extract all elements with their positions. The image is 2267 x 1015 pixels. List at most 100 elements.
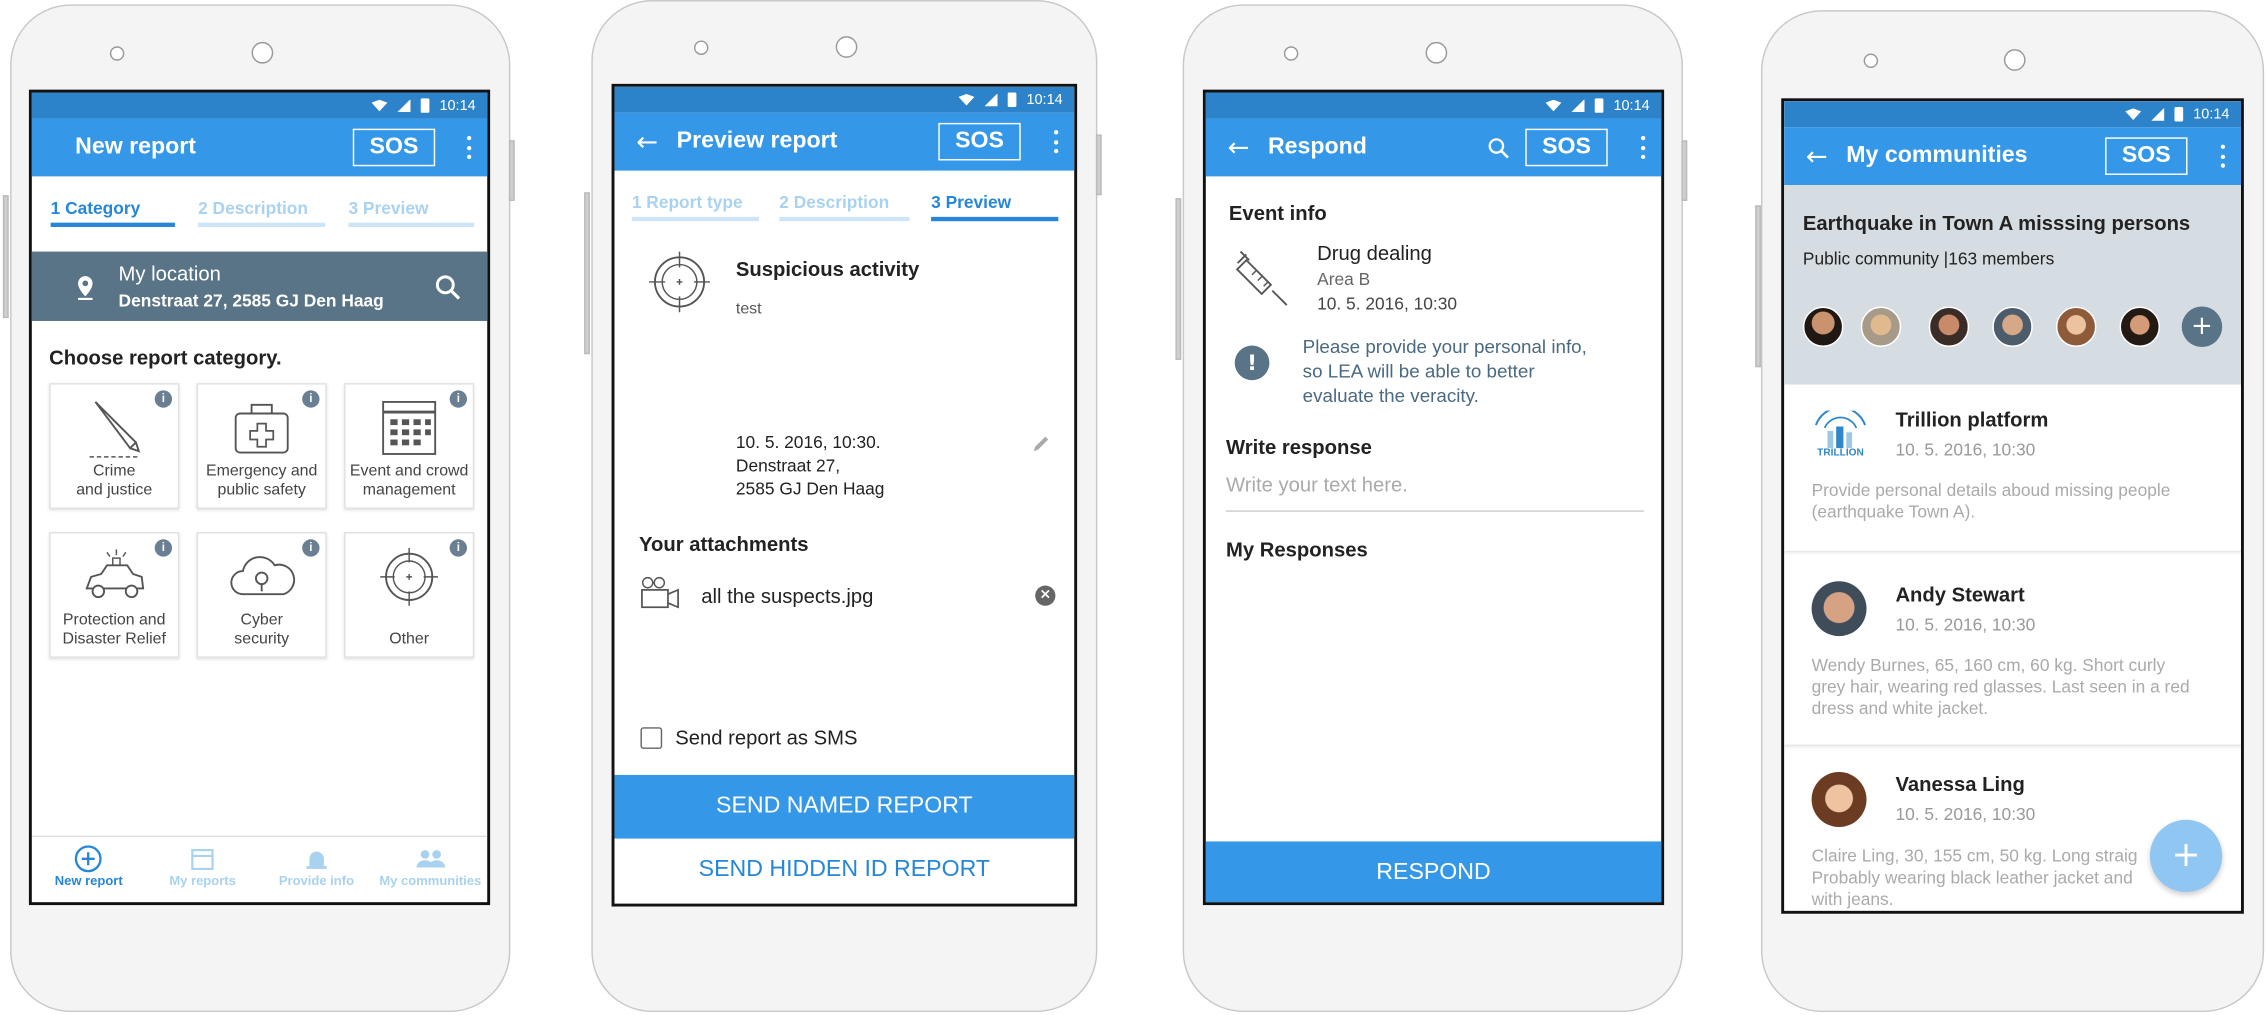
back-arrow-icon[interactable]: ← <box>636 127 658 157</box>
category-label-line2: security <box>234 630 290 648</box>
search-icon[interactable] <box>1488 137 1510 159</box>
tab-category[interactable]: 1 Category <box>50 198 175 227</box>
feed-post[interactable]: TRILLION Trillion platform 10. 5. 2016, … <box>1784 387 2241 553</box>
side-button <box>1681 140 1688 201</box>
sms-checkbox[interactable] <box>640 727 663 749</box>
add-post-fab[interactable]: + <box>2149 819 2223 893</box>
category-protection-disaster-relief[interactable]: i Protection and Disaster Relief <box>49 532 180 658</box>
status-bar: 10:14 <box>1205 92 1662 119</box>
category-label-line2: and justice <box>76 481 153 499</box>
remove-attachment-icon[interactable]: × <box>1035 585 1056 606</box>
nav-my-reports[interactable]: My reports <box>146 837 260 902</box>
category-prompt: Choose report category. <box>49 345 282 369</box>
nav-my-communities[interactable]: My communities <box>373 837 487 902</box>
member-avatar[interactable] <box>1928 306 1970 347</box>
event-area: Area B <box>1317 268 1371 290</box>
side-button <box>584 192 590 355</box>
post-author: Andy Stewart <box>1895 582 2025 606</box>
member-avatar[interactable] <box>1860 306 1902 347</box>
response-input[interactable]: Write your text here. <box>1226 473 1644 512</box>
event-title: Drug dealing <box>1317 241 1432 265</box>
earpiece <box>251 41 274 64</box>
category-label-line1: Event and crowd <box>349 462 469 481</box>
sos-button[interactable]: SOS <box>352 128 436 167</box>
tab-preview[interactable]: 3 Preview <box>931 192 1059 222</box>
info-icon[interactable]: i <box>449 390 467 408</box>
back-arrow-icon[interactable]: ← <box>1227 132 1249 162</box>
nav-provide-info[interactable]: Provide info <box>260 837 374 902</box>
sms-checkbox-label: Send report as SMS <box>675 725 858 749</box>
attachment-filename: all the suspects.jpg <box>701 584 874 608</box>
member-avatar[interactable] <box>1802 306 1844 347</box>
side-button <box>1175 198 1182 361</box>
location-bar[interactable]: My location Denstraat 27, 2585 GJ Den Ha… <box>31 251 488 321</box>
member-avatar[interactable] <box>2119 306 2161 347</box>
nav-new-report[interactable]: New report <box>32 837 146 902</box>
send-named-report-button[interactable]: SEND NAMED REPORT <box>614 774 1075 839</box>
category-event-crowd-management[interactable]: i Event and crowd management <box>344 383 475 509</box>
post-text-line3: with jeans. <box>1811 889 1894 910</box>
location-address: Denstraat 27, 2585 GJ Den Haag <box>118 290 384 311</box>
back-arrow-icon[interactable]: ← <box>1806 141 1828 171</box>
community-meta: Public community |163 members <box>1802 248 2055 269</box>
write-response-label: Write response <box>1226 435 1372 459</box>
front-camera <box>693 40 709 55</box>
syringe-icon <box>1235 250 1288 306</box>
status-bar: 10:14 <box>1784 101 2241 128</box>
member-avatar[interactable] <box>1992 306 2033 347</box>
wifi-icon <box>1545 99 1562 112</box>
tab-description[interactable]: 2 Description <box>779 192 910 222</box>
status-bar: 10:14 <box>614 86 1075 113</box>
notice-line2: so LEA will be able to better <box>1302 360 1535 382</box>
author-avatar[interactable] <box>1811 772 1867 827</box>
app-bar: ← My communities SOS <box>1784 127 2241 186</box>
sos-button[interactable]: SOS <box>938 122 1021 161</box>
wifi-icon <box>958 93 975 106</box>
category-other[interactable]: i Other <box>344 532 475 658</box>
feed-post[interactable]: Andy Stewart 10. 5. 2016, 10:30 Wendy Bu… <box>1784 564 2241 747</box>
more-menu-icon[interactable] <box>2219 144 2225 168</box>
cloud-lock-icon <box>230 556 296 596</box>
send-hidden-id-report-button[interactable]: SEND HIDDEN ID REPORT <box>614 857 1074 883</box>
crosshair-icon <box>380 547 439 606</box>
sos-button[interactable]: SOS <box>1525 128 1608 167</box>
community-header: Earthquake in Town A misssing persons Pu… <box>1784 185 2241 385</box>
sos-button[interactable]: SOS <box>2105 137 2188 175</box>
front-camera <box>109 46 125 61</box>
status-time: 10:14 <box>1613 97 1650 114</box>
info-icon[interactable]: i <box>449 539 467 557</box>
side-button <box>1095 134 1102 196</box>
add-member-button[interactable]: + <box>2181 306 2223 347</box>
report-description: test <box>735 300 762 319</box>
author-avatar[interactable] <box>1811 581 1867 637</box>
edit-pencil-icon[interactable] <box>1031 434 1051 454</box>
event-info-heading: Event info <box>1228 200 1327 225</box>
respond-button[interactable]: RESPOND <box>1205 841 1662 903</box>
calendar-icon <box>191 849 214 871</box>
tab-description[interactable]: 2 Description <box>198 198 326 227</box>
more-menu-icon[interactable] <box>1053 130 1059 154</box>
app-bar: New report SOS <box>31 118 488 177</box>
info-icon[interactable]: i <box>302 539 320 557</box>
notice-line1: Please provide your personal info, <box>1302 335 1587 358</box>
video-camera-icon <box>641 576 679 609</box>
category-cyber-security[interactable]: i Cyber security <box>196 532 327 658</box>
my-responses-heading: My Responses <box>1226 537 1368 561</box>
earpiece <box>1425 41 1448 64</box>
info-icon[interactable]: i <box>154 390 173 408</box>
category-label-line1: Cyber <box>240 611 283 629</box>
search-icon[interactable] <box>435 275 461 301</box>
more-menu-icon[interactable] <box>1640 135 1646 160</box>
category-crime-and-justice[interactable]: i Crime and justice <box>49 383 180 509</box>
tab-preview[interactable]: 3 Preview <box>348 198 475 227</box>
police-car-icon <box>85 549 145 599</box>
info-icon[interactable]: i <box>302 390 320 408</box>
more-menu-icon[interactable] <box>466 135 472 160</box>
earpiece <box>2003 49 2026 71</box>
info-icon[interactable]: i <box>154 539 173 557</box>
report-address-line1: Denstraat 27, <box>735 455 841 476</box>
tab-report-type[interactable]: 1 Report type <box>631 192 760 222</box>
member-avatar[interactable] <box>2055 306 2097 347</box>
category-emergency-public-safety[interactable]: i Emergency and public safety <box>196 383 327 509</box>
battery-icon <box>1594 98 1604 113</box>
